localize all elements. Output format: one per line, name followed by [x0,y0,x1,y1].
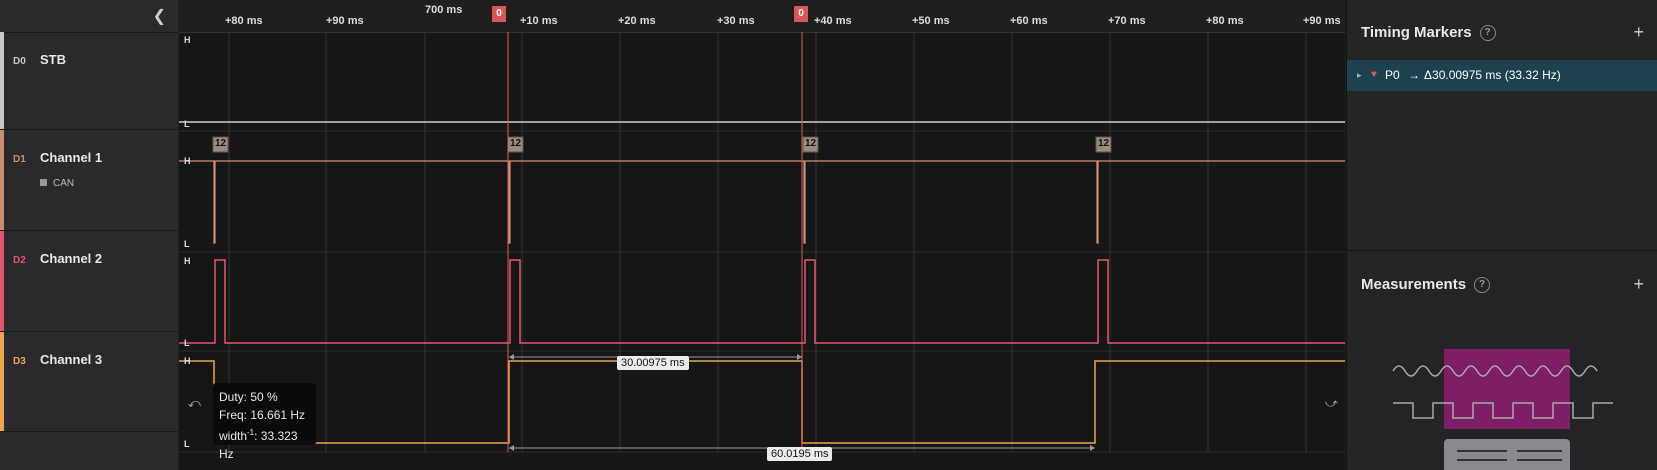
channel-id: D1 [13,154,26,165]
channel-id: D2 [13,255,26,266]
channel-list: ❮ D0 STB D1 Channel 1 CAN D2 Channel 2 D… [0,0,178,470]
channel-row-d1[interactable]: D1 Channel 1 CAN [0,130,178,231]
svg-text:L: L [184,338,190,348]
waveform-area[interactable]: +80 ms +90 ms 700 ms +10 ms +20 ms +30 m… [179,0,1345,470]
svg-text:⤻: ⤻ [1325,396,1338,410]
interval-label-1: 30.00975 ms [617,356,689,370]
channel-name: Channel 3 [40,352,103,367]
svg-text:H: H [184,156,191,166]
svg-text:L: L [184,119,190,129]
protocol-square-icon [40,179,47,186]
protocol-name: CAN [53,178,75,189]
channel-name: Channel 1 [40,150,103,165]
channel-row-d3[interactable]: D3 Channel 3 [0,332,178,432]
channel-color-bar [0,332,4,431]
svg-text:H: H [184,256,191,266]
svg-text:L: L [184,239,190,249]
svg-text:⤺: ⤺ [188,396,201,410]
can-decoder-badge[interactable]: 12 [215,138,226,149]
measurement-tooltip: Duty: 50 % Freq: 16.661 Hz width-1: 33.3… [213,383,316,461]
channel-name: Channel 2 [40,251,103,266]
channel-row-d2[interactable]: D2 Channel 2 [0,231,178,332]
waveform-canvas: HL HL HL HL ⤺ ⤻ [179,32,1345,453]
can-decoder-badge[interactable]: 12 [510,138,521,149]
freq-value: Freq: 16.661 Hz [219,408,306,422]
can-decoder-badges [212,136,1112,153]
channel-color-bar [0,32,4,129]
channel-row-d0[interactable]: D0 STB [0,32,178,130]
collapse-bar: ❮ [0,0,178,33]
channel-color-bar [0,231,4,331]
interval-label-2: 60.0195 ms [767,447,833,461]
chevron-left-icon[interactable]: ❮ [153,6,166,26]
channel-id: D3 [13,356,26,367]
protocol-label: CAN [40,178,74,189]
can-decoder-badge[interactable]: 12 [1098,138,1109,149]
channel-color-bar [0,130,4,230]
measurements-illustration [1392,349,1613,470]
right-panel: Timing Markers? + ▸ ♥ P0 → Δ30.00975 ms … [1346,0,1657,470]
width-value: width-1: 33.323 Hz [219,428,298,461]
duty-value: Duty: 50 % [219,390,278,404]
svg-text:H: H [184,35,191,45]
svg-text:H: H [184,356,191,366]
channel-name: STB [40,52,66,67]
svg-text:L: L [184,439,190,449]
can-decoder-badge[interactable]: 12 [805,138,816,149]
channel-id: D0 [13,56,26,67]
